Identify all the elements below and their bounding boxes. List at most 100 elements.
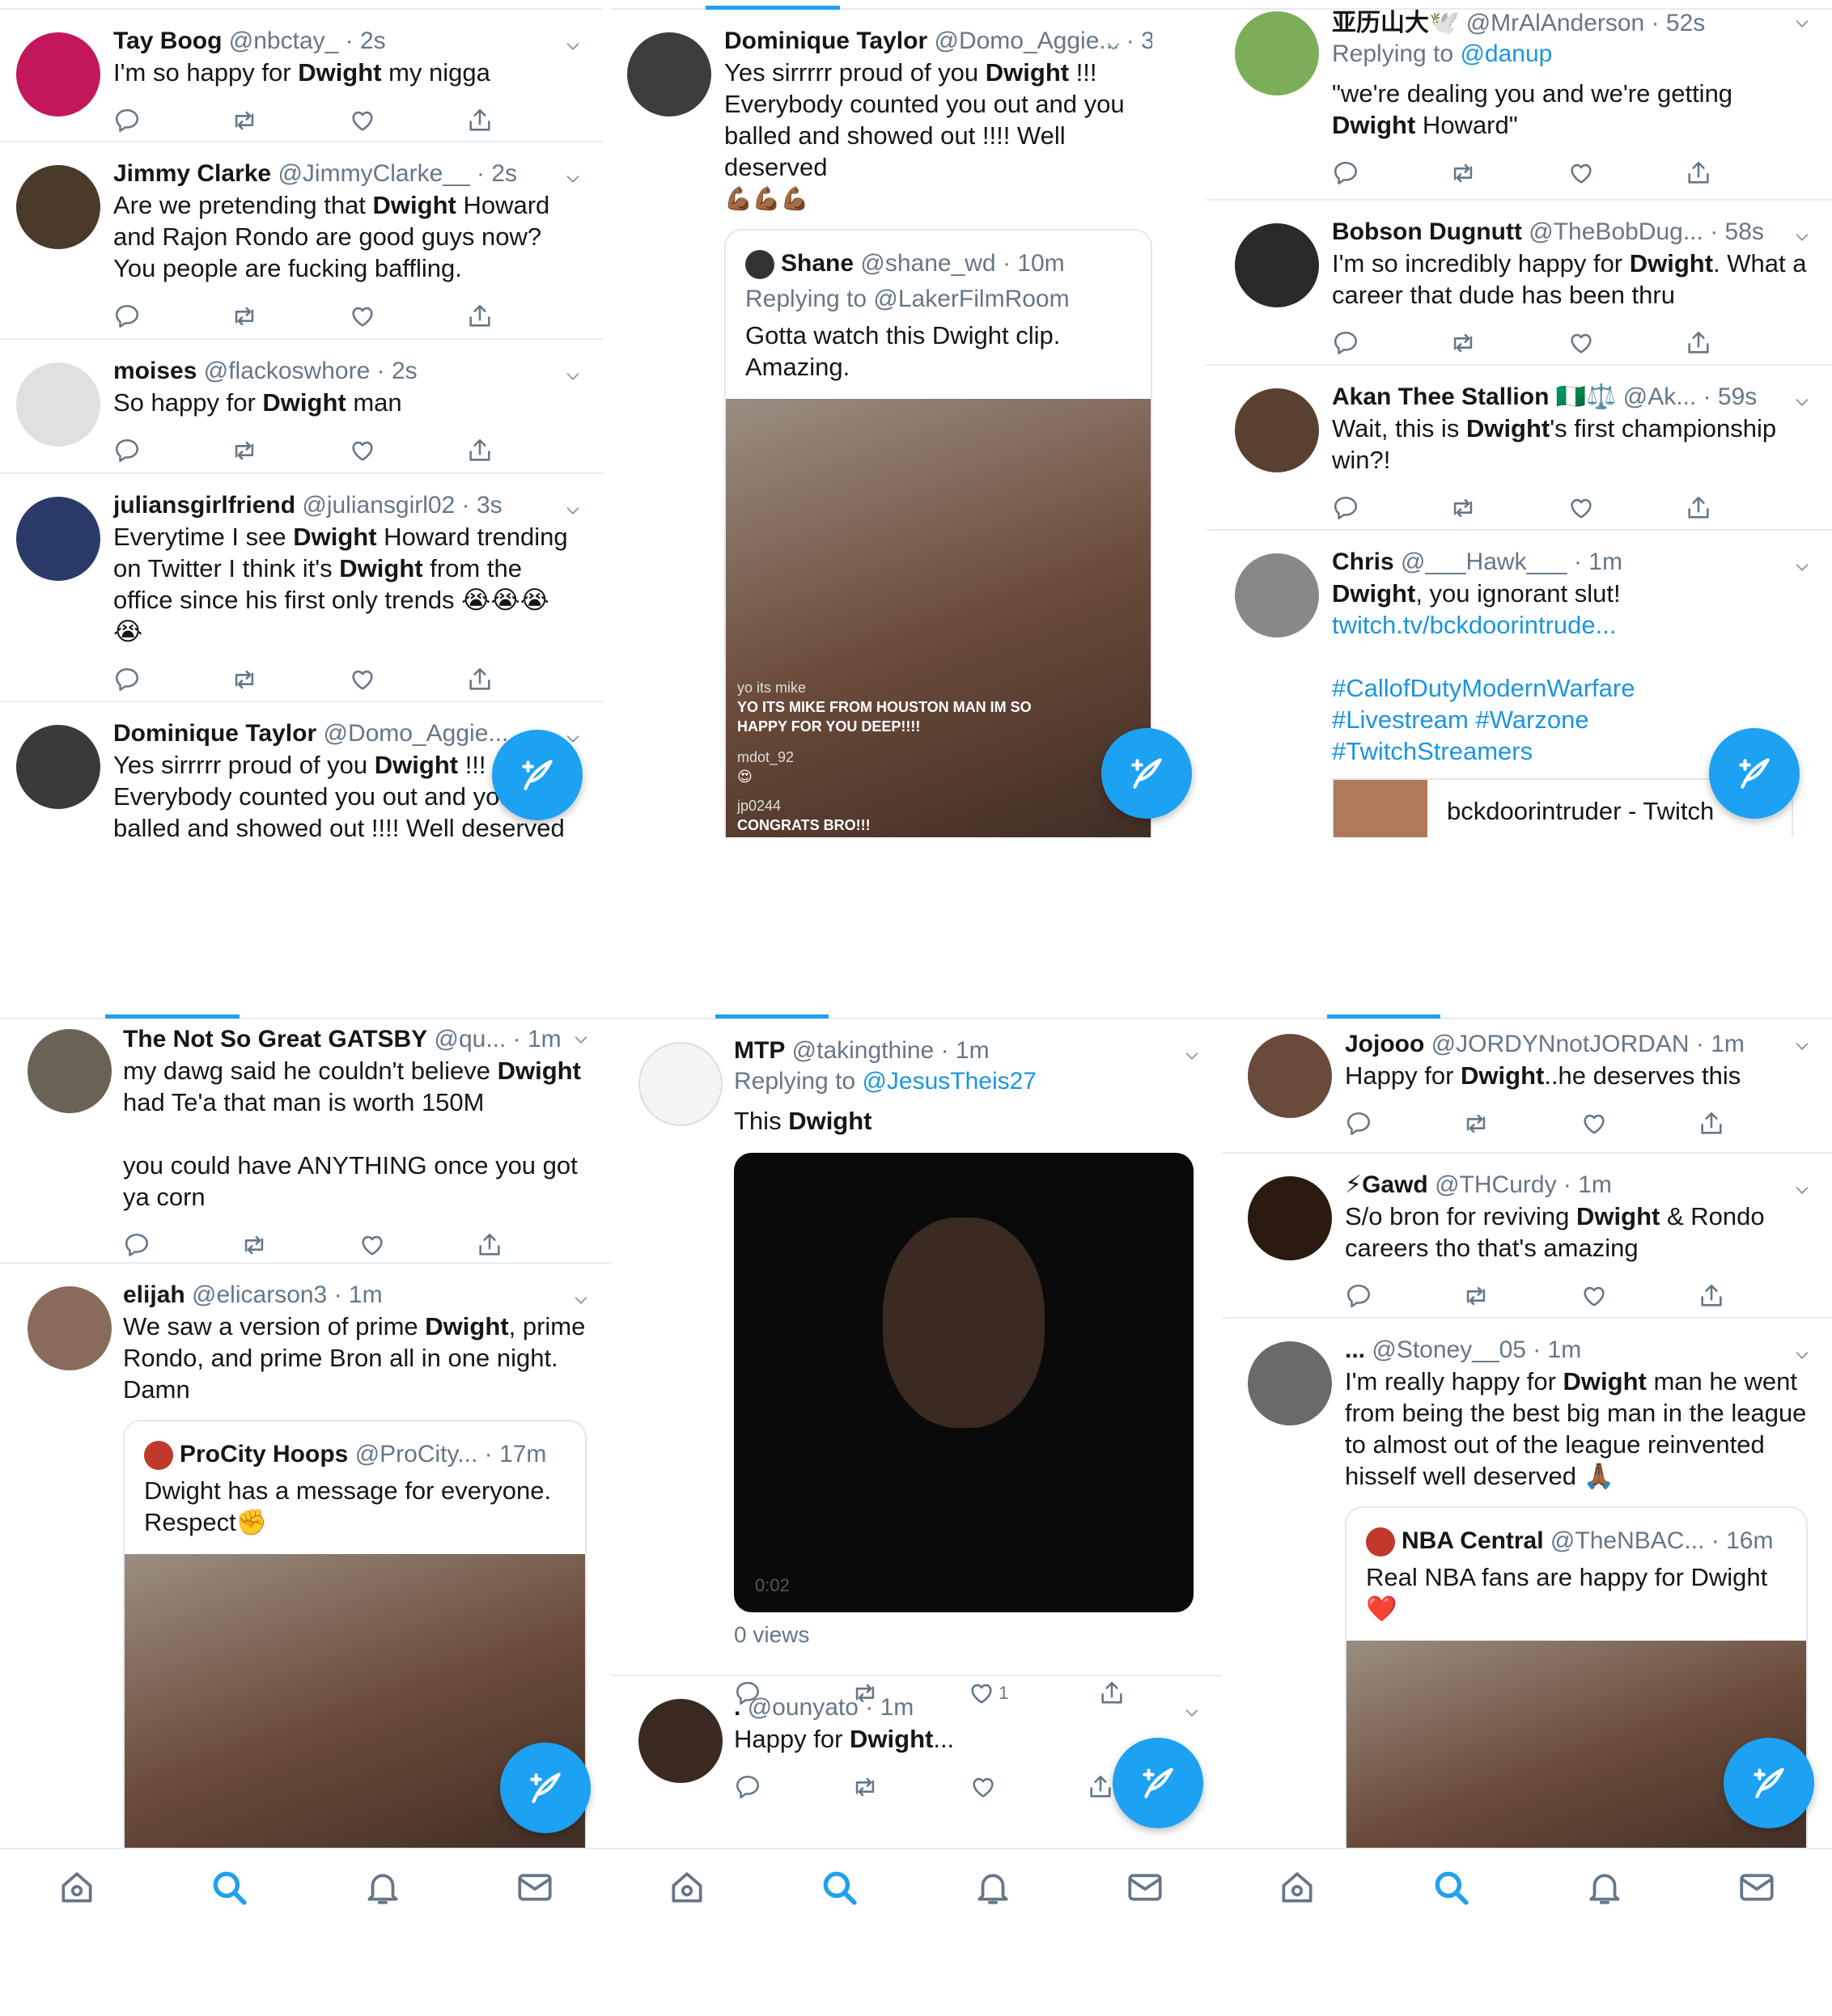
display-name[interactable]: The Not So Great GATSBY [123, 1026, 427, 1052]
tweet-feed[interactable]: Jojooo @JORDYNnotJORDAN · 1m Happy for D… [1222, 1019, 1832, 1848]
avatar[interactable] [28, 1029, 112, 1113]
handle[interactable]: @takingthine [792, 1037, 935, 1064]
compose-tweet-button[interactable] [1709, 728, 1800, 819]
tweet-feed[interactable]: Tay Boog @nbctay_ · 2s I'm so happy for … [0, 10, 603, 837]
handle[interactable]: @MrAlAnderson [1466, 10, 1645, 36]
tweet-feed[interactable]: 亚历山大🕊️ @MrAlAnderson · 52s Replying to @… [1206, 0, 1832, 837]
share-icon[interactable] [466, 666, 494, 693]
like-icon[interactable] [349, 303, 376, 330]
tweet[interactable]: ⚡Gawd @THCurdy · 1m S/o bron for revivin… [1222, 1154, 1832, 1319]
tweet-feed[interactable]: MTP @takingthine · 1m Replying to @Jesus… [611, 1019, 1222, 1838]
reply-icon[interactable] [113, 437, 141, 464]
bell-icon[interactable] [1584, 1867, 1625, 1908]
avatar[interactable] [16, 497, 100, 581]
retweet-icon[interactable] [851, 1773, 879, 1801]
chevron-down-icon[interactable] [1793, 393, 1811, 411]
handle[interactable]: @Domo_Aggie... [934, 28, 1119, 54]
share-icon[interactable] [1087, 1773, 1114, 1801]
mention-link[interactable]: @danup [1460, 40, 1552, 67]
like-icon[interactable] [349, 107, 376, 134]
reply-icon[interactable] [123, 1231, 151, 1259]
like-icon[interactable] [1567, 329, 1595, 357]
display-name[interactable]: juliansgirlfriend [113, 492, 295, 519]
handle[interactable]: @TheBobDug... [1529, 218, 1703, 245]
display-name[interactable]: Bobson Dugnutt [1332, 218, 1522, 245]
compose-tweet-button[interactable] [1101, 728, 1192, 819]
compose-tweet-button[interactable] [500, 1743, 591, 1833]
bell-icon[interactable] [973, 1867, 1013, 1908]
retweet-icon[interactable] [1449, 329, 1477, 357]
like-icon[interactable] [349, 666, 376, 693]
share-icon[interactable] [1685, 329, 1712, 357]
avatar[interactable] [16, 165, 100, 249]
avatar[interactable] [638, 1042, 723, 1126]
display-name[interactable]: Tay Boog [113, 28, 222, 54]
tweet-feed[interactable]: Dominique Taylor @Domo_Aggie... · 3s Yes… [611, 10, 1206, 837]
mail-icon[interactable] [1737, 1867, 1777, 1908]
handle[interactable]: @qu... [435, 1026, 507, 1052]
handle[interactable]: @ounyato [748, 1694, 859, 1721]
chevron-down-icon[interactable] [1793, 15, 1811, 32]
reply-icon[interactable] [1345, 1282, 1372, 1310]
chevron-down-icon[interactable] [564, 502, 582, 519]
handle[interactable]: @Domo_Aggie... [323, 720, 508, 747]
retweet-icon[interactable] [1449, 494, 1477, 522]
chevron-down-icon[interactable] [1793, 558, 1811, 576]
share-icon[interactable] [466, 303, 494, 330]
like-icon[interactable] [349, 437, 376, 464]
handle[interactable]: @juliansgirl02 [302, 492, 455, 519]
share-icon[interactable] [466, 107, 494, 134]
reply-icon[interactable] [1332, 329, 1359, 357]
retweet-icon[interactable] [231, 107, 258, 134]
tweet[interactable]: MTP @takingthine · 1m Replying to @Jesus… [611, 1019, 1222, 1676]
mention-link[interactable]: @JesusTheis27 [862, 1068, 1037, 1095]
reply-icon[interactable] [113, 107, 141, 134]
avatar[interactable] [1235, 11, 1319, 95]
display-name[interactable]: Chris [1332, 548, 1394, 575]
avatar[interactable] [1235, 388, 1319, 472]
chevron-down-icon[interactable] [572, 1031, 590, 1048]
handle[interactable]: @Ak... [1623, 383, 1696, 410]
handle[interactable]: @flackoswhore [204, 358, 371, 384]
like-icon[interactable] [1567, 159, 1595, 187]
display-name[interactable]: Dominique Taylor [724, 28, 927, 54]
quoted-video[interactable] [1346, 1641, 1806, 1848]
tweet[interactable]: Jojooo @JORDYNnotJORDAN · 1m Happy for D… [1222, 1019, 1832, 1154]
tweet[interactable]: Bobson Dugnutt @TheBobDug... · 58s I'm s… [1206, 201, 1832, 366]
handle[interactable]: @JORDYNnotJORDAN [1431, 1031, 1690, 1057]
reply-icon[interactable] [113, 666, 141, 693]
compose-tweet-button[interactable] [492, 730, 583, 820]
display-name[interactable]: ... [1345, 1336, 1365, 1363]
chevron-down-icon[interactable] [564, 37, 582, 55]
avatar[interactable] [638, 1699, 723, 1783]
hashtag[interactable]: #Livestream #Warzone [1332, 704, 1808, 735]
handle[interactable]: @nbctay_ [229, 28, 339, 54]
retweet-icon[interactable] [231, 666, 258, 693]
home-icon[interactable] [667, 1867, 707, 1908]
like-icon[interactable] [1580, 1110, 1608, 1137]
share-icon[interactable] [466, 437, 494, 464]
bell-icon[interactable] [363, 1867, 403, 1908]
search-icon[interactable] [819, 1867, 859, 1908]
display-name[interactable]: Akan Thee Stallion 🇳🇬⚖️ [1332, 383, 1616, 410]
chevron-down-icon[interactable] [1105, 37, 1122, 55]
mail-icon[interactable] [515, 1867, 555, 1908]
home-icon[interactable] [1277, 1867, 1317, 1908]
handle[interactable]: @THCurdy [1435, 1171, 1556, 1198]
chevron-down-icon[interactable] [1793, 1346, 1811, 1364]
share-icon[interactable] [1685, 159, 1712, 187]
quoted-tweet[interactable]: Shane @shane_wd · 10m Replying to @Laker… [724, 229, 1152, 837]
avatar[interactable] [1248, 1176, 1332, 1260]
retweet-icon[interactable] [240, 1231, 268, 1259]
display-name[interactable]: . [734, 1694, 740, 1721]
tweet[interactable]: juliansgirlfriend @juliansgirl02 · 3s Ev… [0, 474, 603, 702]
like-icon[interactable] [358, 1231, 386, 1259]
display-name[interactable]: moises [113, 358, 197, 384]
mail-icon[interactable] [1125, 1867, 1165, 1908]
chevron-down-icon[interactable] [1793, 1037, 1811, 1055]
retweet-icon[interactable] [1462, 1282, 1490, 1310]
chevron-down-icon[interactable] [1793, 228, 1811, 246]
tweet[interactable]: Tay Boog @nbctay_ · 2s I'm so happy for … [0, 10, 603, 142]
display-name[interactable]: elijah [123, 1281, 185, 1308]
avatar[interactable] [1235, 553, 1319, 637]
